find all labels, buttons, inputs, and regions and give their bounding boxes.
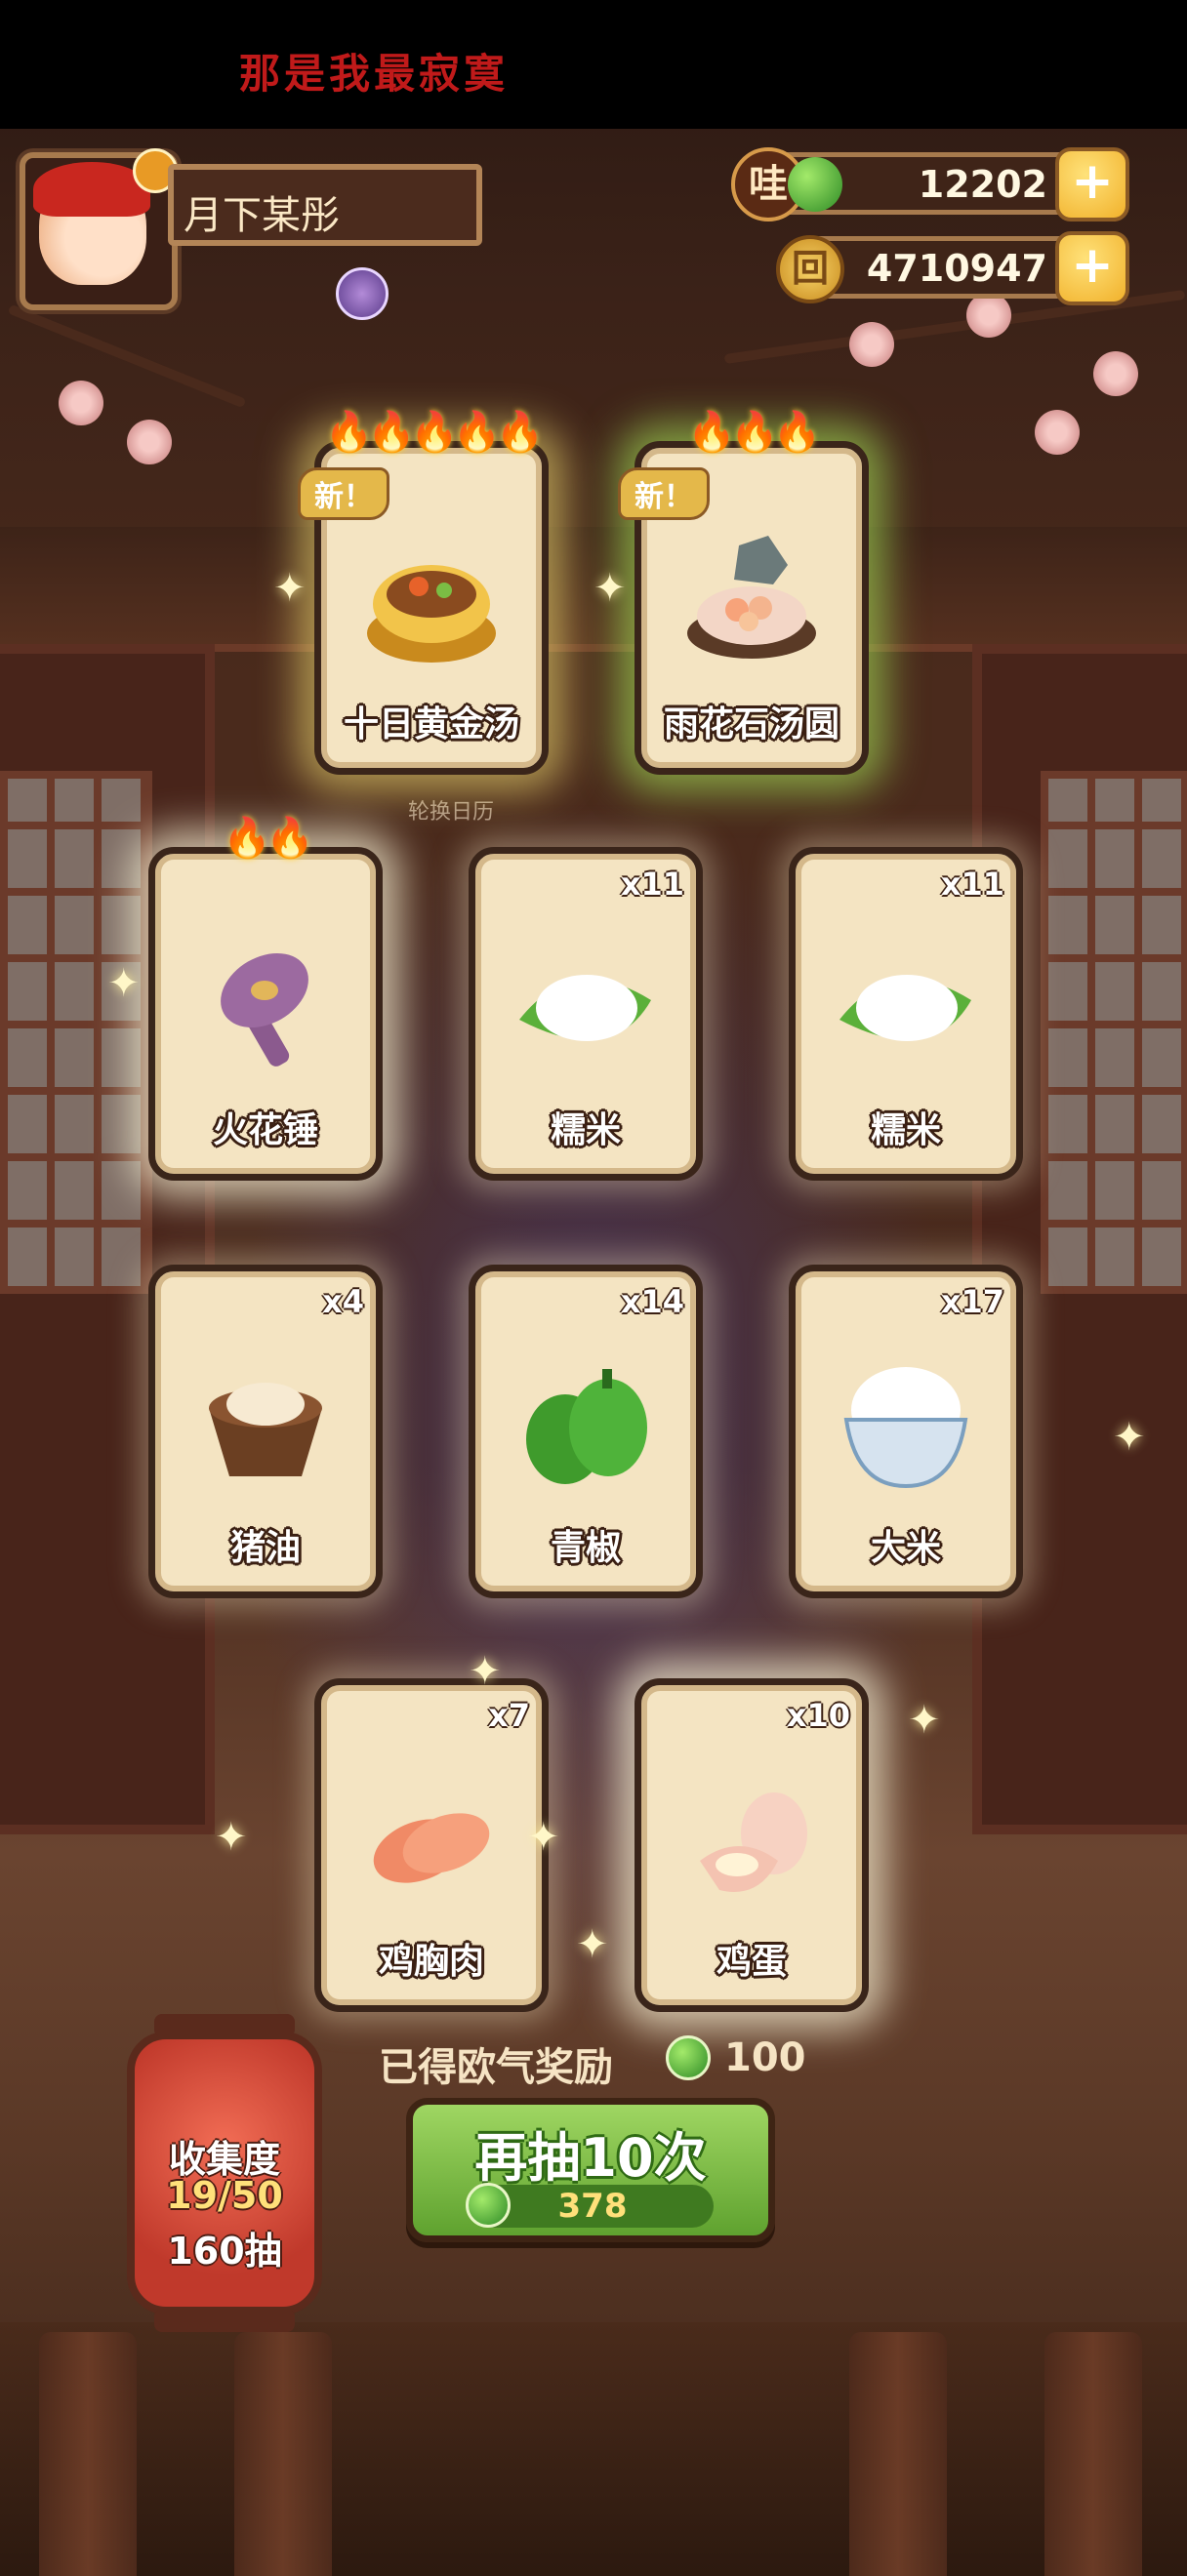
new-tag: 新！	[298, 467, 389, 520]
floor	[0, 2322, 1187, 2576]
buff-icon[interactable]	[336, 267, 389, 320]
card-golden-soup[interactable]: 🔥🔥🔥🔥🔥 新！ 十日黄金汤	[298, 410, 549, 775]
jade-icon	[666, 2035, 711, 2080]
railing-post	[849, 2332, 947, 2576]
blossom	[59, 381, 103, 425]
game-screen: 那是我最寂寞 月下某彤 哇 12202 + 回 4710947 + 轮换日历 🔥…	[0, 0, 1187, 2576]
card-name: 十日黄金汤	[343, 704, 519, 745]
lattice-window	[0, 771, 152, 1294]
blossom	[849, 322, 894, 367]
green-pepper-icon	[526, 1369, 647, 1484]
sparkle-icon: ✦	[908, 1698, 941, 1743]
golden-soup-icon	[367, 565, 496, 663]
jade-amount: 12202	[918, 163, 1047, 206]
add-jade-button[interactable]: +	[1055, 147, 1129, 221]
card-spark-hammer[interactable]: 🔥🔥 火花锤	[148, 816, 383, 1181]
player-name: 月下某彤	[184, 193, 340, 238]
card-name: 大米	[870, 1528, 941, 1568]
jade-icon	[788, 157, 842, 212]
card-name: 鸡蛋	[716, 1942, 787, 1982]
card-egg[interactable]: x10 鸡蛋	[634, 1678, 869, 2012]
rice-bowl-icon	[843, 1367, 968, 1489]
railing-post	[234, 2332, 332, 2576]
gold-currency: 回 4710947 +	[776, 231, 1129, 305]
glutinous-rice-icon	[519, 975, 651, 1041]
rarity-flames: 🔥🔥🔥	[687, 410, 821, 455]
card-rice[interactable]: x17 大米	[789, 1265, 1023, 1598]
draw-again-label: 再抽10次	[474, 2127, 707, 2189]
card-name: 青椒	[550, 1528, 621, 1568]
blossom	[1035, 410, 1080, 455]
card-green-pepper[interactable]: x14 青椒	[469, 1265, 703, 1598]
sparkle-icon: ✦	[215, 1815, 248, 1860]
sparkle-icon: ✦	[594, 566, 627, 611]
railing-post	[39, 2332, 137, 2576]
luck-reward-label: 已得欧气奖励	[379, 2045, 613, 2090]
draw-again-button[interactable]: 再抽10次 378	[406, 2098, 775, 2242]
card-quantity: x11	[940, 865, 1004, 903]
player-name-box[interactable]: 月下某彤	[168, 164, 482, 246]
scrolling-banner: 那是我最寂寞	[239, 50, 510, 98]
lantern-base	[154, 2309, 295, 2332]
blossom	[966, 293, 1011, 338]
card-quantity: x7	[488, 1697, 530, 1734]
sparkle-icon: ✦	[107, 961, 141, 1006]
railing-post	[1044, 2332, 1142, 2576]
lard-icon	[209, 1383, 322, 1476]
cost-pill: 378	[466, 2183, 714, 2228]
card-rain-stone-tangyuan[interactable]: 🔥🔥🔥 新！ 雨花石汤圆	[618, 410, 869, 775]
glutinous-rice-icon	[839, 975, 971, 1041]
card-quantity: x11	[620, 865, 684, 903]
card-name: 鸡胸肉	[378, 1942, 484, 1982]
jade-currency: 哇 12202 +	[731, 147, 1129, 221]
sparkle-icon: ✦	[273, 566, 307, 611]
draw-count: 160抽	[167, 2230, 282, 2273]
branch	[7, 303, 247, 409]
right-door	[972, 644, 1187, 1834]
lattice-window	[1041, 771, 1187, 1294]
sparkle-icon: ✦	[576, 1922, 609, 1967]
coin-icon: 回	[776, 235, 844, 303]
rarity-flames: 🔥🔥	[223, 816, 314, 861]
sparkle-icon: ✦	[469, 1649, 502, 1694]
gold-amount: 4710947	[866, 247, 1047, 290]
card-name: 火花锤	[212, 1110, 318, 1150]
blossom	[1093, 351, 1138, 396]
card-name: 糯米	[550, 1110, 621, 1150]
card-quantity: x17	[940, 1283, 1004, 1320]
luck-reward-value: 100	[724, 2035, 806, 2080]
card-lard[interactable]: x4 猪油	[148, 1265, 383, 1598]
card-quantity: x4	[322, 1283, 364, 1320]
hammer-icon	[221, 953, 308, 1067]
rarity-flames: 🔥🔥🔥🔥🔥	[324, 410, 544, 455]
collection-progress: 19/50	[166, 2174, 283, 2217]
card-quantity: x10	[786, 1697, 850, 1734]
new-tag: 新！	[618, 467, 710, 520]
top-bar: 那是我最寂寞	[0, 0, 1187, 129]
sparkle-icon: ✦	[527, 1815, 560, 1860]
card-quantity: x14	[620, 1283, 684, 1320]
card-chicken-breast[interactable]: x7 鸡胸肉	[314, 1678, 549, 2012]
card-glutinous-rice[interactable]: x11 糯米	[469, 847, 703, 1181]
collection-lantern[interactable]: 收集度 19/50 160抽	[127, 2014, 322, 2332]
blossom	[127, 420, 172, 464]
card-name: 糯米	[870, 1110, 941, 1150]
card-name: 雨花石汤圆	[663, 704, 839, 745]
card-glutinous-rice[interactable]: x11 糯米	[789, 847, 1023, 1181]
rotation-calendar-label[interactable]: 轮换日历	[408, 794, 494, 825]
chicken-breast-icon	[373, 1813, 490, 1883]
lantern-cap	[154, 2014, 295, 2037]
draw-cost: 378	[557, 2187, 628, 2226]
sparkle-icon: ✦	[1113, 1415, 1146, 1460]
tangyuan-icon	[687, 536, 816, 659]
add-gold-button[interactable]: +	[1055, 231, 1129, 305]
card-name: 猪油	[229, 1528, 301, 1568]
player-avatar[interactable]	[20, 148, 178, 310]
egg-icon	[700, 1792, 807, 1892]
